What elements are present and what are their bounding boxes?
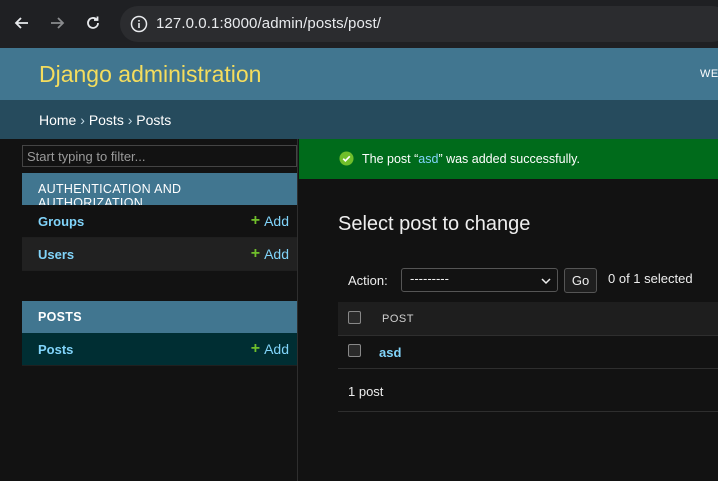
nav-filter-input[interactable] (22, 145, 297, 167)
forward-button[interactable] (46, 12, 68, 34)
arrow-left-icon (14, 17, 28, 29)
url-text: 127.0.0.1:8000/admin/posts/post/ (156, 15, 382, 32)
module-posts: POSTS Posts + Add (22, 301, 297, 366)
add-label: Add (264, 341, 289, 357)
post-link[interactable]: asd (379, 345, 401, 360)
add-label: Add (264, 213, 289, 229)
posts-link[interactable]: Posts (38, 342, 73, 357)
plus-icon: + (250, 212, 261, 229)
sidebar-item-groups: Groups + Add (22, 205, 297, 238)
users-add-link[interactable]: + Add (250, 245, 289, 263)
action-label: Action: (348, 273, 388, 288)
selected-count: 0 of 1 selected (608, 271, 693, 286)
users-link[interactable]: Users (38, 247, 74, 262)
message-prefix: The post “ (362, 152, 419, 166)
sidebar-item-posts: Posts + Add (22, 333, 297, 366)
site-info-icon[interactable] (130, 15, 148, 33)
row-checkbox[interactable] (348, 344, 361, 357)
go-button[interactable]: Go (564, 268, 597, 293)
add-label: Add (264, 246, 289, 262)
result-count: 1 post (348, 384, 384, 399)
groups-link[interactable]: Groups (38, 214, 84, 229)
success-message: The post “asd” was added successfully. (299, 139, 718, 179)
breadcrumb-model: Posts (136, 112, 172, 128)
breadcrumb: Home › Posts › Posts (0, 100, 718, 139)
action-select-value: --------- (410, 271, 449, 286)
breadcrumb-separator: › (80, 112, 85, 128)
site-header: Django administration WE (0, 48, 718, 100)
message-suffix: ” was added successfully. (438, 152, 580, 166)
table-row: asd (338, 336, 718, 369)
paginator: 1 post (338, 369, 718, 412)
reload-button[interactable] (82, 12, 104, 34)
module-caption[interactable]: AUTHENTICATION AND AUTHORIZATION (22, 173, 297, 210)
plus-icon: + (250, 245, 261, 262)
module-caption[interactable]: POSTS (22, 301, 297, 333)
action-select[interactable]: --------- (401, 268, 558, 292)
select-all-checkbox[interactable] (348, 311, 361, 324)
plus-icon: + (250, 340, 261, 357)
breadcrumb-separator: › (127, 112, 133, 128)
actions-bar: Action: --------- Go 0 of 1 selected (338, 262, 718, 300)
column-header-post[interactable]: POST (382, 313, 414, 325)
module-auth: AUTHENTICATION AND AUTHORIZATION Groups … (22, 173, 297, 271)
message-object-link[interactable]: asd (418, 152, 438, 166)
address-bar[interactable]: 127.0.0.1:8000/admin/posts/post/ (120, 6, 718, 42)
breadcrumb-home[interactable]: Home (39, 112, 76, 128)
chevron-down-icon (541, 278, 551, 285)
sidebar-item-users: Users + Add (22, 238, 297, 271)
table-header: POST (338, 302, 718, 336)
arrow-right-icon (51, 17, 65, 29)
browser-toolbar: 127.0.0.1:8000/admin/posts/post/ (0, 0, 718, 48)
breadcrumb-app[interactable]: Posts (89, 112, 124, 128)
posts-add-link[interactable]: + Add (250, 340, 289, 358)
check-circle-icon (339, 151, 354, 166)
back-button[interactable] (11, 12, 33, 34)
groups-add-link[interactable]: + Add (250, 212, 289, 230)
nav-sidebar: AUTHENTICATION AND AUTHORIZATION Groups … (0, 139, 298, 481)
message-text: The post “asd” was added successfully. (362, 152, 580, 166)
result-list: POST asd (338, 302, 718, 369)
page-title: Select post to change (338, 213, 531, 235)
user-tools: WE (700, 68, 718, 80)
reload-icon (87, 16, 99, 29)
site-branding[interactable]: Django administration (39, 61, 261, 88)
